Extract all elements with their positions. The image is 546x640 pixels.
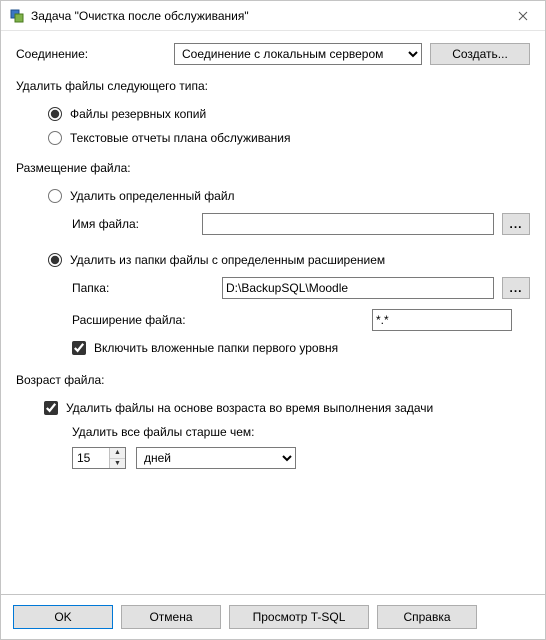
radio-reports[interactable]: Текстовые отчеты плана обслуживания [16,131,530,145]
view-tsql-button[interactable]: Просмотр T-SQL [229,605,369,629]
connection-label: Соединение: [16,47,174,61]
include-subfolders-row[interactable]: Включить вложенные папки первого уровня [16,341,530,355]
radio-backup-files[interactable]: Файлы резервных копий [16,107,530,121]
radio-folder[interactable]: Удалить из папки файлы с определенным ра… [16,253,530,267]
radio-backup-label: Файлы резервных копий [70,107,206,121]
spinner-up[interactable]: ▲ [110,448,125,459]
age-value-spinner[interactable]: ▲ ▼ [72,447,126,469]
help-button[interactable]: Справка [377,605,477,629]
delete-by-age-label: Удалить файлы на основе возраста во врем… [66,401,433,415]
age-value-input[interactable] [73,448,109,468]
filename-label: Имя файла: [72,217,202,231]
extension-row: Расширение файла: [16,309,530,331]
ok-button[interactable]: OK [13,605,113,629]
folder-row: Папка: ... [16,277,530,299]
connection-select[interactable]: Соединение с локальным сервером [174,43,422,65]
delete-by-age-checkbox[interactable] [44,401,58,415]
file-type-section-title: Удалить файлы следующего типа: [16,79,530,93]
include-subfolders-label: Включить вложенные папки первого уровня [94,341,338,355]
spinner-down[interactable]: ▼ [110,459,125,469]
extension-label: Расширение файла: [72,313,372,327]
folder-label: Папка: [72,281,222,295]
radio-folder-label: Удалить из папки файлы с определенным ра… [70,253,385,267]
location-section-title: Размещение файла: [16,161,530,175]
app-icon [9,8,25,24]
browse-file-button[interactable]: ... [502,213,530,235]
browse-folder-button[interactable]: ... [502,277,530,299]
titlebar: Задача "Очистка после обслуживания" [1,1,545,31]
window-title: Задача "Очистка после обслуживания" [31,9,500,23]
radio-reports-label: Текстовые отчеты плана обслуживания [70,131,290,145]
close-button[interactable] [500,1,545,31]
radio-single-input[interactable] [48,189,62,203]
dialog-footer: OK Отмена Просмотр T-SQL Справка [1,594,545,639]
create-connection-button[interactable]: Создать... [430,43,530,65]
folder-input[interactable] [222,277,494,299]
radio-backup-input[interactable] [48,107,62,121]
include-subfolders-checkbox[interactable] [72,341,86,355]
dialog-body: Соединение: Соединение с локальным серве… [1,31,545,594]
older-than-label: Удалить все файлы старше чем: [16,425,530,439]
radio-reports-input[interactable] [48,131,62,145]
cancel-button[interactable]: Отмена [121,605,221,629]
delete-by-age-row[interactable]: Удалить файлы на основе возраста во врем… [16,401,530,415]
dialog-window: Задача "Очистка после обслуживания" Соед… [0,0,546,640]
age-section-title: Возраст файла: [16,373,530,387]
radio-folder-input[interactable] [48,253,62,267]
filename-input [202,213,494,235]
connection-row: Соединение: Соединение с локальным серве… [16,43,530,65]
filename-row: Имя файла: ... [16,213,530,235]
extension-input[interactable] [372,309,512,331]
age-controls: ▲ ▼ дней [16,447,530,469]
age-unit-select[interactable]: дней [136,447,296,469]
radio-single-label: Удалить определенный файл [70,189,235,203]
radio-single-file[interactable]: Удалить определенный файл [16,189,530,203]
